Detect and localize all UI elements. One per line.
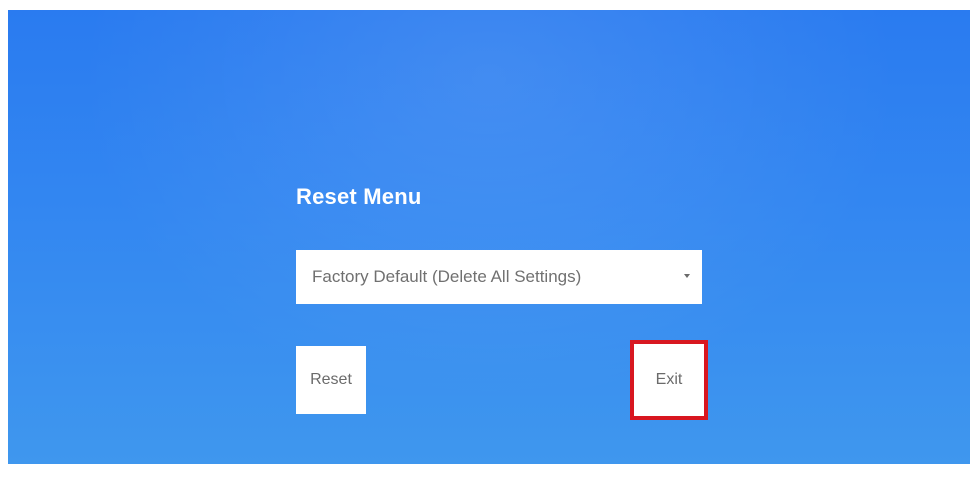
dropdown-arrow-icon [684,274,690,278]
reset-menu-screen: Reset Menu Factory Default (Delete All S… [8,10,970,464]
exit-button[interactable]: Exit [630,340,708,420]
dropdown-selected-value: Factory Default (Delete All Settings) [312,267,582,286]
reset-button[interactable]: Reset [296,346,366,414]
reset-type-dropdown[interactable]: Factory Default (Delete All Settings) [296,250,702,304]
page-title: Reset Menu [296,184,422,209]
